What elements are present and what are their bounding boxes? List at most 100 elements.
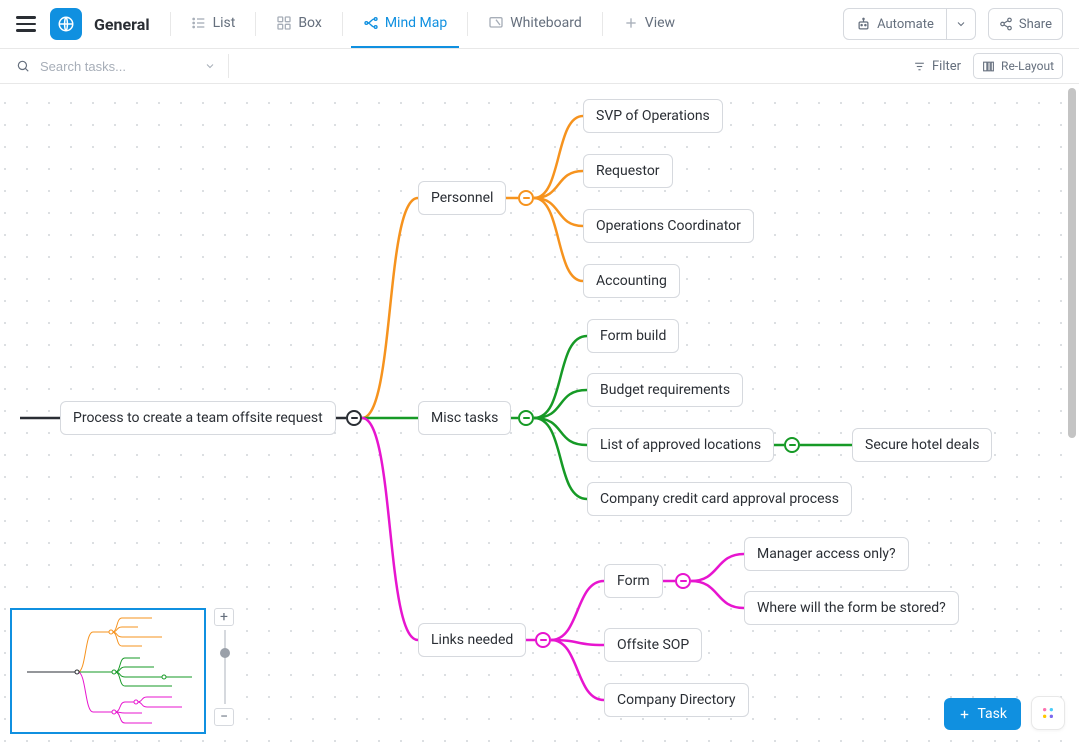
list-icon: [191, 15, 207, 31]
whiteboard-icon: [488, 15, 504, 31]
node-form-storage[interactable]: Where will the form be stored?: [744, 591, 959, 625]
zoom-control: + −: [214, 608, 236, 734]
tab-mindmap-label: Mind Map: [385, 15, 447, 31]
zoom-slider[interactable]: [214, 626, 236, 708]
node-label: Manager access only?: [757, 546, 896, 562]
automate-label: Automate: [877, 17, 934, 32]
tab-box[interactable]: Box: [264, 0, 334, 48]
node-misc-tasks[interactable]: Misc tasks: [418, 401, 511, 435]
node-requestor[interactable]: Requestor: [583, 154, 673, 188]
new-task-button[interactable]: Task: [944, 698, 1021, 730]
scrollbar-thumb[interactable]: [1068, 88, 1076, 438]
node-secure-hotel-deals[interactable]: Secure hotel deals: [852, 428, 992, 462]
node-offsite-sop[interactable]: Offsite SOP: [604, 628, 702, 662]
share-icon: [999, 17, 1013, 31]
node-label: Operations Coordinator: [596, 218, 741, 234]
node-toggle-locations[interactable]: [784, 437, 800, 453]
node-form-build[interactable]: Form build: [587, 319, 679, 353]
apps-icon: [1040, 705, 1056, 721]
zoom-handle[interactable]: [220, 648, 230, 658]
tab-list-label: List: [213, 15, 236, 31]
top-toolbar: General List Box Mind Map Whiteboard Vie…: [0, 0, 1079, 49]
tab-whiteboard[interactable]: Whiteboard: [476, 0, 594, 48]
node-approved-locations[interactable]: List of approved locations: [587, 428, 774, 462]
node-toggle-misc[interactable]: [518, 410, 534, 426]
space-logo[interactable]: [50, 8, 82, 40]
node-label: Misc tasks: [431, 410, 498, 426]
share-label: Share: [1019, 17, 1052, 32]
node-label: Personnel: [431, 190, 493, 206]
node-label: Accounting: [596, 273, 667, 289]
chevron-down-icon: [955, 18, 967, 30]
automate-dropdown[interactable]: [946, 9, 975, 39]
globe-icon: [57, 15, 75, 33]
vertical-scrollbar[interactable]: [1065, 84, 1079, 746]
chevron-down-icon[interactable]: [204, 60, 216, 72]
tab-whiteboard-label: Whiteboard: [510, 15, 582, 31]
toolbar-divider: [342, 12, 343, 36]
node-label: Process to create a team offsite request: [73, 410, 323, 426]
node-root[interactable]: Process to create a team offsite request: [60, 401, 336, 435]
filter-label: Filter: [932, 59, 961, 74]
search-input[interactable]: [38, 58, 178, 75]
minimap-graphic: [12, 610, 208, 736]
node-label: Company Directory: [617, 692, 736, 708]
node-personnel[interactable]: Personnel: [418, 181, 506, 215]
space-title[interactable]: General: [94, 15, 150, 34]
node-accounting[interactable]: Accounting: [583, 264, 680, 298]
tab-list[interactable]: List: [179, 0, 248, 48]
tab-box-label: Box: [298, 15, 322, 31]
node-label: Secure hotel deals: [865, 437, 979, 453]
node-label: List of approved locations: [600, 437, 761, 453]
node-label: SVP of Operations: [596, 108, 710, 124]
search-icon: [16, 59, 30, 73]
node-form[interactable]: Form: [604, 564, 663, 598]
node-toggle-links[interactable]: [535, 632, 551, 648]
relayout-button[interactable]: Re-Layout: [973, 53, 1063, 79]
box-icon: [276, 15, 292, 31]
robot-icon: [856, 17, 871, 32]
share-button[interactable]: Share: [988, 8, 1063, 40]
relayout-label: Re-Layout: [1001, 59, 1054, 73]
plus-icon: [958, 708, 971, 721]
node-label: Links needed: [431, 632, 513, 648]
node-toggle-root[interactable]: [346, 410, 362, 426]
filter-button[interactable]: Filter: [913, 59, 961, 74]
zoom-out-button[interactable]: −: [214, 708, 234, 726]
toolbar-divider: [467, 12, 468, 36]
node-label: Requestor: [596, 163, 660, 179]
tab-mindmap[interactable]: Mind Map: [351, 0, 459, 48]
task-label: Task: [977, 706, 1007, 722]
search-box[interactable]: [16, 58, 216, 75]
toolbar-divider: [602, 12, 603, 36]
node-budget-requirements[interactable]: Budget requirements: [587, 373, 743, 407]
hamburger-menu-icon[interactable]: [16, 16, 36, 32]
mindmap-canvas[interactable]: Process to create a team offsite request…: [0, 84, 1079, 746]
apps-button[interactable]: [1031, 696, 1065, 730]
toolbar-divider: [170, 12, 171, 36]
plus-icon: [623, 15, 639, 31]
node-label: Where will the form be stored?: [757, 600, 946, 616]
tab-add-view[interactable]: View: [611, 0, 687, 48]
node-label: Company credit card approval process: [600, 491, 839, 507]
node-label: Offsite SOP: [617, 637, 689, 653]
node-toggle-personnel[interactable]: [518, 190, 534, 206]
minimap[interactable]: [10, 608, 206, 734]
node-links-needed[interactable]: Links needed: [418, 623, 526, 657]
tab-view-label: View: [645, 15, 675, 31]
zoom-in-button[interactable]: +: [214, 608, 234, 626]
relayout-icon: [982, 60, 995, 73]
node-manager-access[interactable]: Manager access only?: [744, 537, 909, 571]
node-operations-coordinator[interactable]: Operations Coordinator: [583, 209, 754, 243]
node-company-directory[interactable]: Company Directory: [604, 683, 749, 717]
node-label: Form: [617, 573, 650, 589]
toolbar-divider: [255, 12, 256, 36]
automate-button[interactable]: Automate: [844, 17, 946, 32]
node-credit-card-approval[interactable]: Company credit card approval process: [587, 482, 852, 516]
mindmap-icon: [363, 15, 379, 31]
node-toggle-form[interactable]: [675, 573, 691, 589]
filter-icon: [913, 60, 926, 73]
node-label: Form build: [600, 328, 666, 344]
automate-button-group: Automate: [843, 8, 976, 40]
node-svp-operations[interactable]: SVP of Operations: [583, 99, 723, 133]
